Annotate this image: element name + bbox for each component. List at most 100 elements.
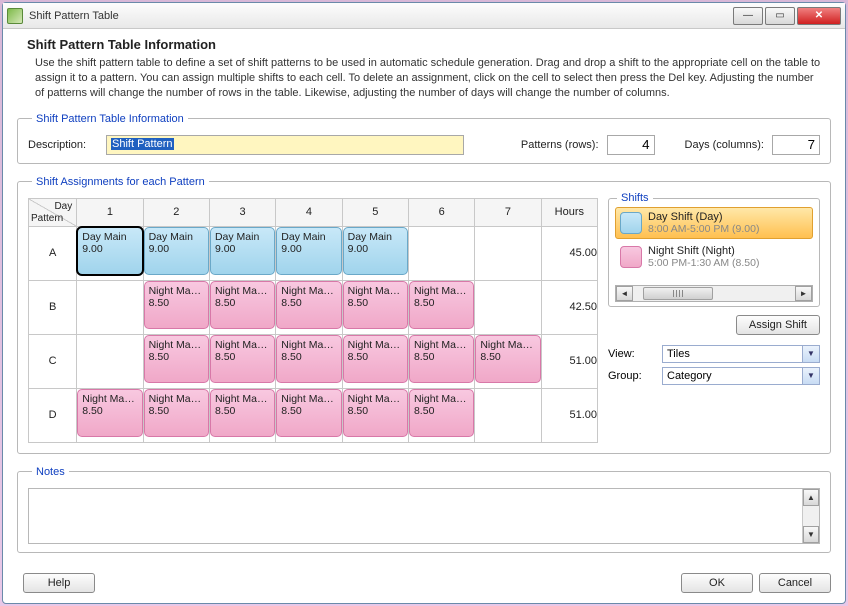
shift-title: Night Shift (Night): [648, 245, 759, 257]
scroll-up-icon[interactable]: ▲: [803, 489, 819, 506]
group-label: Group:: [608, 370, 656, 382]
description-input[interactable]: Shift Pattern: [106, 135, 464, 155]
assign-shift-button[interactable]: Assign Shift: [736, 315, 820, 335]
chevron-down-icon[interactable]: ▼: [802, 368, 819, 384]
view-label: View:: [608, 348, 656, 360]
shift-cell[interactable]: Night Ma…8.50: [408, 334, 474, 388]
shift-cell[interactable]: Day Main9.00: [77, 226, 143, 280]
shift-chip[interactable]: Day Main9.00: [144, 227, 209, 275]
shift-cell[interactable]: Night Ma…8.50: [408, 388, 474, 442]
shift-chip[interactable]: Day Main9.00: [276, 227, 341, 275]
shift-list: Day Shift (Day)8:00 AM-5:00 PM (9.00)Nig…: [615, 207, 813, 273]
shift-cell[interactable]: Night Ma…8.50: [143, 388, 209, 442]
shifts-box: Shifts Day Shift (Day)8:00 AM-5:00 PM (9…: [608, 198, 820, 307]
info-legend: Shift Pattern Table Information: [32, 113, 188, 125]
ok-button[interactable]: OK: [681, 573, 753, 593]
scroll-left-icon[interactable]: ◄: [616, 286, 633, 301]
shift-chip[interactable]: Night Ma…8.50: [276, 389, 341, 437]
patterns-input[interactable]: [607, 135, 655, 155]
patterns-label: Patterns (rows):: [521, 139, 599, 151]
shift-cell[interactable]: Night Ma…8.50: [209, 388, 275, 442]
shift-chip[interactable]: Night Ma…8.50: [144, 389, 209, 437]
cancel-button[interactable]: Cancel: [759, 573, 831, 593]
view-combo[interactable]: Tiles ▼: [662, 345, 820, 363]
empty-cell[interactable]: [475, 280, 541, 334]
shift-chip[interactable]: Day Main9.00: [343, 227, 408, 275]
shift-hscrollbar[interactable]: ◄ ►: [615, 285, 813, 302]
scroll-down-icon[interactable]: ▼: [803, 526, 819, 543]
empty-cell[interactable]: [77, 280, 143, 334]
shift-chip[interactable]: Night Ma…8.50: [276, 335, 341, 383]
shift-chip[interactable]: Night Ma…8.50: [409, 389, 474, 437]
shift-chip[interactable]: Night Ma…8.50: [343, 281, 408, 329]
day-header: 1: [77, 198, 143, 226]
app-icon: [7, 8, 23, 24]
assignments-fieldset: Shift Assignments for each Pattern DayPa…: [17, 176, 831, 454]
shift-cell[interactable]: Night Ma…8.50: [143, 334, 209, 388]
help-button[interactable]: Help: [23, 573, 95, 593]
notes-vscrollbar[interactable]: ▲ ▼: [802, 489, 819, 543]
group-combo[interactable]: Category ▼: [662, 367, 820, 385]
scroll-thumb[interactable]: [643, 287, 713, 300]
shift-chip[interactable]: Day Main9.00: [210, 227, 275, 275]
shift-cell[interactable]: Night Ma…8.50: [209, 280, 275, 334]
shift-chip[interactable]: Night Ma…8.50: [210, 389, 275, 437]
minimize-button[interactable]: —: [733, 7, 763, 25]
assignments-legend: Shift Assignments for each Pattern: [32, 176, 209, 188]
shift-item[interactable]: Night Shift (Night)5:00 PM-1:30 AM (8.50…: [615, 241, 813, 273]
shift-cell[interactable]: Night Ma…8.50: [276, 280, 342, 334]
empty-cell[interactable]: [475, 226, 541, 280]
shift-chip[interactable]: Night Ma…8.50: [343, 389, 408, 437]
shift-chip[interactable]: Night Ma…8.50: [77, 389, 142, 437]
shift-cell[interactable]: Night Ma…8.50: [408, 280, 474, 334]
empty-cell[interactable]: [475, 388, 541, 442]
notes-textarea[interactable]: ▲ ▼: [28, 488, 820, 544]
shift-chip[interactable]: Night Ma…8.50: [210, 335, 275, 383]
shift-cell[interactable]: Day Main9.00: [209, 226, 275, 280]
shift-cell[interactable]: Day Main9.00: [276, 226, 342, 280]
scroll-right-icon[interactable]: ►: [795, 286, 812, 301]
maximize-button[interactable]: ▭: [765, 7, 795, 25]
shift-chip[interactable]: Day Main9.00: [77, 227, 142, 275]
shifts-legend: Shifts: [617, 192, 653, 204]
notes-fieldset: Notes ▲ ▼: [17, 466, 831, 553]
shift-chip[interactable]: Night Ma…8.50: [475, 335, 540, 383]
shift-cell[interactable]: Day Main9.00: [342, 226, 408, 280]
footer: Help OK Cancel: [3, 565, 845, 603]
shift-swatch-icon: [620, 212, 642, 234]
shift-cell[interactable]: Night Ma…8.50: [209, 334, 275, 388]
day-header: 6: [408, 198, 474, 226]
empty-cell[interactable]: [77, 334, 143, 388]
shift-chip[interactable]: Night Ma…8.50: [409, 335, 474, 383]
shift-chip[interactable]: Night Ma…8.50: [144, 281, 209, 329]
shift-item[interactable]: Day Shift (Day)8:00 AM-5:00 PM (9.00): [615, 207, 813, 239]
day-header: 2: [143, 198, 209, 226]
pattern-label: A: [29, 226, 77, 280]
shift-cell[interactable]: Night Ma…8.50: [342, 280, 408, 334]
pattern-label: C: [29, 334, 77, 388]
shift-cell[interactable]: Night Ma…8.50: [342, 334, 408, 388]
shift-cell[interactable]: Night Ma…8.50: [475, 334, 541, 388]
pattern-label: B: [29, 280, 77, 334]
days-input[interactable]: [772, 135, 820, 155]
close-button[interactable]: ✕: [797, 7, 841, 25]
shift-cell[interactable]: Night Ma…8.50: [77, 388, 143, 442]
day-header: 5: [342, 198, 408, 226]
day-header: 4: [276, 198, 342, 226]
content: Shift Pattern Table Information Use the …: [3, 29, 845, 565]
shift-cell[interactable]: Night Ma…8.50: [143, 280, 209, 334]
shift-chip[interactable]: Night Ma…8.50: [144, 335, 209, 383]
chevron-down-icon[interactable]: ▼: [802, 346, 819, 362]
shift-subtitle: 8:00 AM-5:00 PM (9.00): [648, 223, 759, 235]
shift-pattern-window: Shift Pattern Table — ▭ ✕ Shift Pattern …: [2, 2, 846, 604]
hours-cell: 51.00: [541, 388, 597, 442]
shift-chip[interactable]: Night Ma…8.50: [409, 281, 474, 329]
empty-cell[interactable]: [408, 226, 474, 280]
shift-cell[interactable]: Night Ma…8.50: [276, 334, 342, 388]
shift-chip[interactable]: Night Ma…8.50: [276, 281, 341, 329]
shift-chip[interactable]: Night Ma…8.50: [343, 335, 408, 383]
shift-cell[interactable]: Night Ma…8.50: [276, 388, 342, 442]
shift-chip[interactable]: Night Ma…8.50: [210, 281, 275, 329]
shift-cell[interactable]: Night Ma…8.50: [342, 388, 408, 442]
shift-cell[interactable]: Day Main9.00: [143, 226, 209, 280]
